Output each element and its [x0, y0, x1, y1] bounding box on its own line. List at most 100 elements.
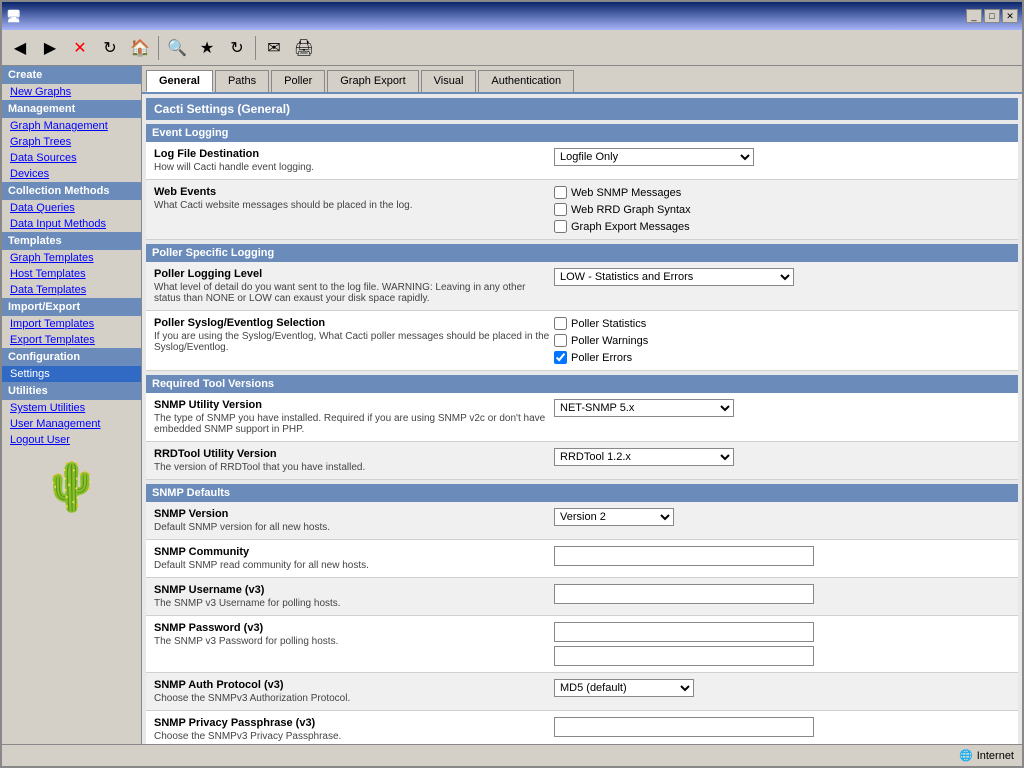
snmp-password-input[interactable]: [554, 622, 814, 642]
stop-button[interactable]: ✕: [66, 34, 94, 62]
page-title: Cacti Settings (General): [146, 98, 1018, 120]
sidebar-item-logout-user[interactable]: Logout User: [2, 432, 141, 448]
web-events-label-col: Web Events What Cacti website messages s…: [154, 186, 554, 211]
sidebar-item-devices[interactable]: Devices: [2, 166, 141, 182]
snmp-version-row: SNMP Version Default SNMP version for al…: [146, 502, 1018, 540]
main-layout: Create New Graphs Management Graph Manag…: [2, 66, 1022, 744]
mail-button[interactable]: ✉: [260, 34, 288, 62]
tab-general[interactable]: General: [146, 70, 213, 92]
close-button[interactable]: ✕: [1002, 9, 1018, 23]
sidebar-item-graph-templates[interactable]: Graph Templates: [2, 250, 141, 266]
poller-errors-checkbox[interactable]: [554, 351, 567, 364]
toolbar-separator2: [255, 36, 256, 60]
snmp-community-label-col: SNMP Community Default SNMP read communi…: [154, 546, 554, 571]
sidebar-item-new-graphs[interactable]: New Graphs: [2, 84, 141, 100]
browser-toolbar: ◀ ▶ ✕ ↻ 🏠 🔍 ★ ↻ ✉ 🖨: [2, 30, 1022, 66]
snmp-password-confirm-input[interactable]: [554, 646, 814, 666]
sidebar-item-data-sources[interactable]: Data Sources: [2, 150, 141, 166]
snmp-priv-pass-desc: Choose the SNMPv3 Privacy Passphrase.: [154, 731, 554, 742]
web-rrd-row: Web RRD Graph Syntax: [554, 203, 1010, 216]
snmp-util-label-col: SNMP Utility Version The type of SNMP yo…: [154, 399, 554, 435]
web-rrd-checkbox[interactable]: [554, 203, 567, 216]
create-section-header: Create: [2, 66, 141, 84]
tab-paths[interactable]: Paths: [215, 70, 269, 92]
snmp-auth-control: MD5 (default) SHA: [554, 679, 1010, 697]
rrdtool-select[interactable]: RRDTool 1.2.x RRDTool 1.0.x: [554, 448, 734, 466]
minimize-button[interactable]: _: [966, 9, 982, 23]
sidebar-item-data-input-methods[interactable]: Data Input Methods: [2, 216, 141, 232]
search-button[interactable]: 🔍: [163, 34, 191, 62]
poller-level-label-col: Poller Logging Level What level of detai…: [154, 268, 554, 304]
refresh-button[interactable]: ↻: [96, 34, 124, 62]
poller-level-select[interactable]: LOW - Statistics and Errors NONE MEDIUM …: [554, 268, 794, 286]
cactus-logo: 🌵: [2, 448, 141, 525]
home-button[interactable]: 🏠: [126, 34, 154, 62]
snmp-priv-pass-control: [554, 717, 1010, 737]
snmp-community-input[interactable]: [554, 546, 814, 566]
snmp-password-control: [554, 622, 1010, 666]
graph-export-checkbox[interactable]: [554, 220, 567, 233]
snmp-util-select[interactable]: NET-SNMP 5.x NONE: [554, 399, 734, 417]
sidebar-item-graph-management[interactable]: Graph Management: [2, 118, 141, 134]
log-file-dest-select[interactable]: Logfile Only Syslog/Eventlog Both: [554, 148, 754, 166]
snmp-username-label: SNMP Username (v3): [154, 584, 554, 596]
tab-authentication[interactable]: Authentication: [478, 70, 574, 92]
sidebar-item-data-templates[interactable]: Data Templates: [2, 282, 141, 298]
snmp-username-desc: The SNMP v3 Username for polling hosts.: [154, 598, 554, 609]
tab-visual[interactable]: Visual: [421, 70, 477, 92]
sidebar-item-export-templates[interactable]: Export Templates: [2, 332, 141, 348]
snmp-auth-select[interactable]: MD5 (default) SHA: [554, 679, 694, 697]
snmp-username-label-col: SNMP Username (v3) The SNMP v3 Username …: [154, 584, 554, 609]
management-section-header: Management: [2, 100, 141, 118]
sidebar-item-system-utilities[interactable]: System Utilities: [2, 400, 141, 416]
web-events-label: Web Events: [154, 186, 554, 198]
poller-stats-checkbox[interactable]: [554, 317, 567, 330]
snmp-version-label-col: SNMP Version Default SNMP version for al…: [154, 508, 554, 533]
snmp-password-desc: The SNMP v3 Password for polling hosts.: [154, 636, 554, 647]
poller-warnings-label: Poller Warnings: [571, 335, 648, 347]
templates-section-header: Templates: [2, 232, 141, 250]
log-file-dest-label: Log File Destination: [154, 148, 554, 160]
internet-label: Internet: [977, 750, 1014, 762]
tab-poller[interactable]: Poller: [271, 70, 325, 92]
snmp-util-desc: The type of SNMP you have installed. Req…: [154, 413, 554, 435]
import-export-section-header: Import/Export: [2, 298, 141, 316]
sidebar-item-data-queries[interactable]: Data Queries: [2, 200, 141, 216]
tab-graph-export[interactable]: Graph Export: [327, 70, 418, 92]
snmp-password-row: SNMP Password (v3) The SNMP v3 Password …: [146, 616, 1018, 673]
poller-warnings-checkbox[interactable]: [554, 334, 567, 347]
sidebar-item-graph-trees[interactable]: Graph Trees: [2, 134, 141, 150]
snmp-util-control: NET-SNMP 5.x NONE: [554, 399, 1010, 417]
web-snmp-checkbox[interactable]: [554, 186, 567, 199]
print-button[interactable]: 🖨: [290, 34, 318, 62]
event-logging-header: Event Logging: [146, 124, 1018, 142]
cactus-icon: 🌵: [12, 458, 131, 515]
snmp-util-row: SNMP Utility Version The type of SNMP yo…: [146, 393, 1018, 442]
rrdtool-label: RRDTool Utility Version: [154, 448, 554, 460]
back-button[interactable]: ◀: [6, 34, 34, 62]
media-button[interactable]: ↻: [223, 34, 251, 62]
snmp-username-input[interactable]: [554, 584, 814, 604]
forward-button[interactable]: ▶: [36, 34, 64, 62]
snmp-community-control: [554, 546, 1010, 566]
snmp-community-row: SNMP Community Default SNMP read communi…: [146, 540, 1018, 578]
sidebar-item-settings[interactable]: Settings: [2, 366, 141, 382]
titlebar-controls: _ □ ✕: [966, 9, 1018, 23]
snmp-priv-pass-input[interactable]: [554, 717, 814, 737]
poller-level-row: Poller Logging Level What level of detai…: [146, 262, 1018, 311]
snmp-util-label: SNMP Utility Version: [154, 399, 554, 411]
rrdtool-row: RRDTool Utility Version The version of R…: [146, 442, 1018, 480]
rrdtool-label-col: RRDTool Utility Version The version of R…: [154, 448, 554, 473]
poller-logging-header: Poller Specific Logging: [146, 244, 1018, 262]
rrdtool-desc: The version of RRDTool that you have ins…: [154, 462, 554, 473]
main-window: 🖥 _ □ ✕ ◀ ▶ ✕ ↻ 🏠 🔍 ★ ↻ ✉ 🖨 Create New G…: [0, 0, 1024, 768]
favorites-button[interactable]: ★: [193, 34, 221, 62]
sidebar-item-user-management[interactable]: User Management: [2, 416, 141, 432]
sidebar-item-import-templates[interactable]: Import Templates: [2, 316, 141, 332]
snmp-version-select[interactable]: Version 2 Version 1 Version 3: [554, 508, 674, 526]
poller-stats-label: Poller Statistics: [571, 318, 646, 330]
maximize-button[interactable]: □: [984, 9, 1000, 23]
poller-level-desc: What level of detail do you want sent to…: [154, 282, 554, 304]
sidebar-item-host-templates[interactable]: Host Templates: [2, 266, 141, 282]
required-tools-header: Required Tool Versions: [146, 375, 1018, 393]
